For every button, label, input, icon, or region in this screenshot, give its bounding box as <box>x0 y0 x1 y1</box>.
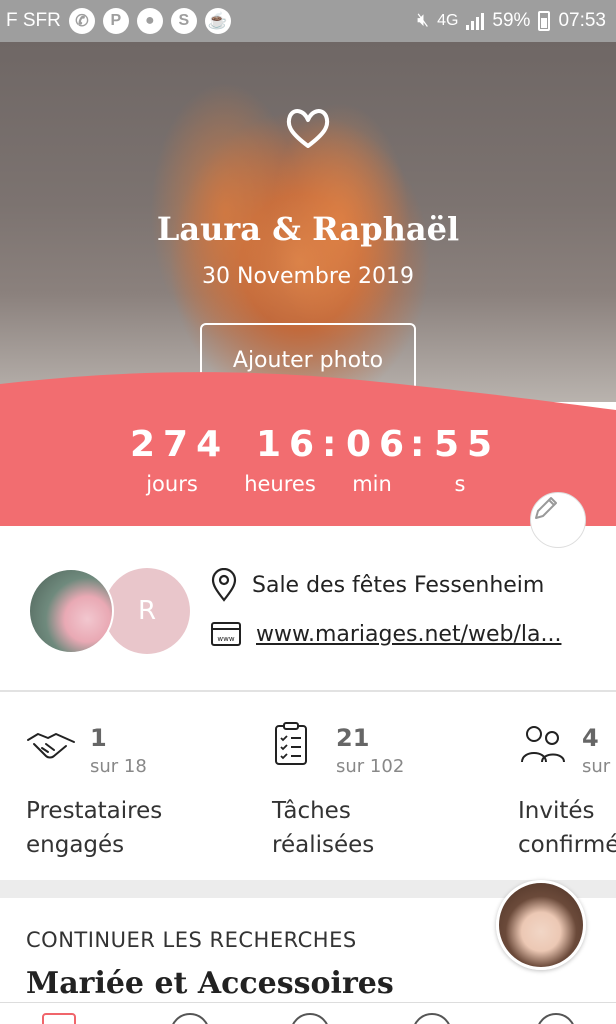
pencil-icon <box>535 497 557 519</box>
stat-vendors-total: sur 18 <box>90 756 147 777</box>
stat-label-line: confirmé <box>518 832 616 858</box>
countdown-days: 274 <box>130 424 230 465</box>
bottom-nav <box>0 1002 616 1024</box>
guests-icon <box>521 726 565 763</box>
checklist-icon <box>275 722 307 765</box>
nav-vendors-icon[interactable] <box>170 1013 210 1024</box>
nav-home-icon[interactable] <box>42 1013 76 1024</box>
countdown-seconds: 55 <box>434 424 501 465</box>
nav-profile-icon[interactable] <box>536 1013 576 1024</box>
stats-section: 1 sur 18 Prestataires engagés 21 sur 102… <box>0 692 616 880</box>
nav-search-icon[interactable] <box>290 1013 330 1024</box>
stat-tasks-total: sur 102 <box>336 756 405 777</box>
stat-label-line: Invités <box>518 798 595 824</box>
countdown-hours-label: heures <box>244 472 316 496</box>
venue-name: Sale des fêtes Fessenheim <box>252 572 545 598</box>
stat-vendors-label: Prestataires engagés <box>26 794 266 862</box>
edit-button[interactable] <box>530 492 586 548</box>
stat-guests-total: sur <box>582 756 611 777</box>
network-label: 4G <box>437 12 459 29</box>
battery-icon <box>538 11 551 31</box>
advisor-avatar[interactable] <box>496 880 586 970</box>
website-row[interactable]: www www.mariages.net/web/la... <box>210 620 586 648</box>
stat-label-line: engagés <box>26 832 125 858</box>
couple-names: Laura & Raphaël <box>156 210 460 248</box>
stat-label-line: Tâches <box>272 798 351 824</box>
mute-icon: 🔇︎ <box>417 10 430 31</box>
continue-searches-title: CONTINUER LES RECHERCHES <box>26 928 357 952</box>
battery-percent: 59% <box>492 10 531 31</box>
countdown-hours: 16 <box>256 424 323 465</box>
wedding-info: R Sale des fêtes Fessenheim www www.mari… <box>0 526 616 692</box>
countdown-days-label: jours <box>146 472 198 496</box>
website-icon: www <box>211 622 241 646</box>
countdown-panel: 274 16 : 06 : 55 jours heures min s <box>0 360 616 548</box>
avatar-user[interactable] <box>28 568 114 654</box>
stat-label-line: réalisées <box>272 832 375 858</box>
countdown-minutes: 06 <box>346 424 413 465</box>
cover-photo: Laura & Raphaël 30 Novembre 2019 Ajouter… <box>0 42 616 402</box>
venue-row[interactable]: Sale des fêtes Fessenheim <box>210 568 582 602</box>
clock: 07:53 <box>558 10 606 31</box>
stat-vendors-count: 1 <box>90 724 107 752</box>
stat-tasks-label: Tâches réalisées <box>272 794 512 862</box>
svg-text:www: www <box>217 635 234 643</box>
pinterest-icon: P <box>102 8 129 34</box>
stat-label-line: Prestataires <box>26 798 163 824</box>
whatsapp-icon: ✆ <box>68 8 95 34</box>
skype-icon: S <box>170 8 197 34</box>
nav-tools-icon[interactable] <box>412 1013 452 1024</box>
search-category[interactable]: Mariée et Accessoires <box>26 966 394 1001</box>
cookie-icon: ● <box>136 8 163 34</box>
status-bar: F SFR ✆ P ● S ☕ 🔇︎ 4G 59% 07:53 <box>0 0 616 42</box>
carrier-label: F SFR <box>6 10 61 31</box>
coffee-icon: ☕ <box>204 8 231 34</box>
heart-logo-icon <box>286 109 330 148</box>
location-pin-icon <box>211 568 237 602</box>
stat-guests-label: Invités confirmé <box>518 794 616 862</box>
countdown-seconds-label: s <box>454 472 466 496</box>
signal-icon <box>466 12 485 30</box>
countdown-separator: : <box>410 424 425 465</box>
stat-guests-count: 4 <box>582 724 599 752</box>
stat-guests[interactable]: 4 sur Invités confirmé <box>518 722 616 872</box>
countdown-minutes-label: min <box>352 472 392 496</box>
countdown-separator: : <box>322 424 337 465</box>
handshake-icon <box>27 733 75 759</box>
avatar-partner[interactable]: R <box>104 568 190 654</box>
website-link[interactable]: www.mariages.net/web/la... <box>256 622 586 647</box>
wedding-date: 30 Novembre 2019 <box>202 264 414 289</box>
stat-tasks-count: 21 <box>336 724 370 752</box>
